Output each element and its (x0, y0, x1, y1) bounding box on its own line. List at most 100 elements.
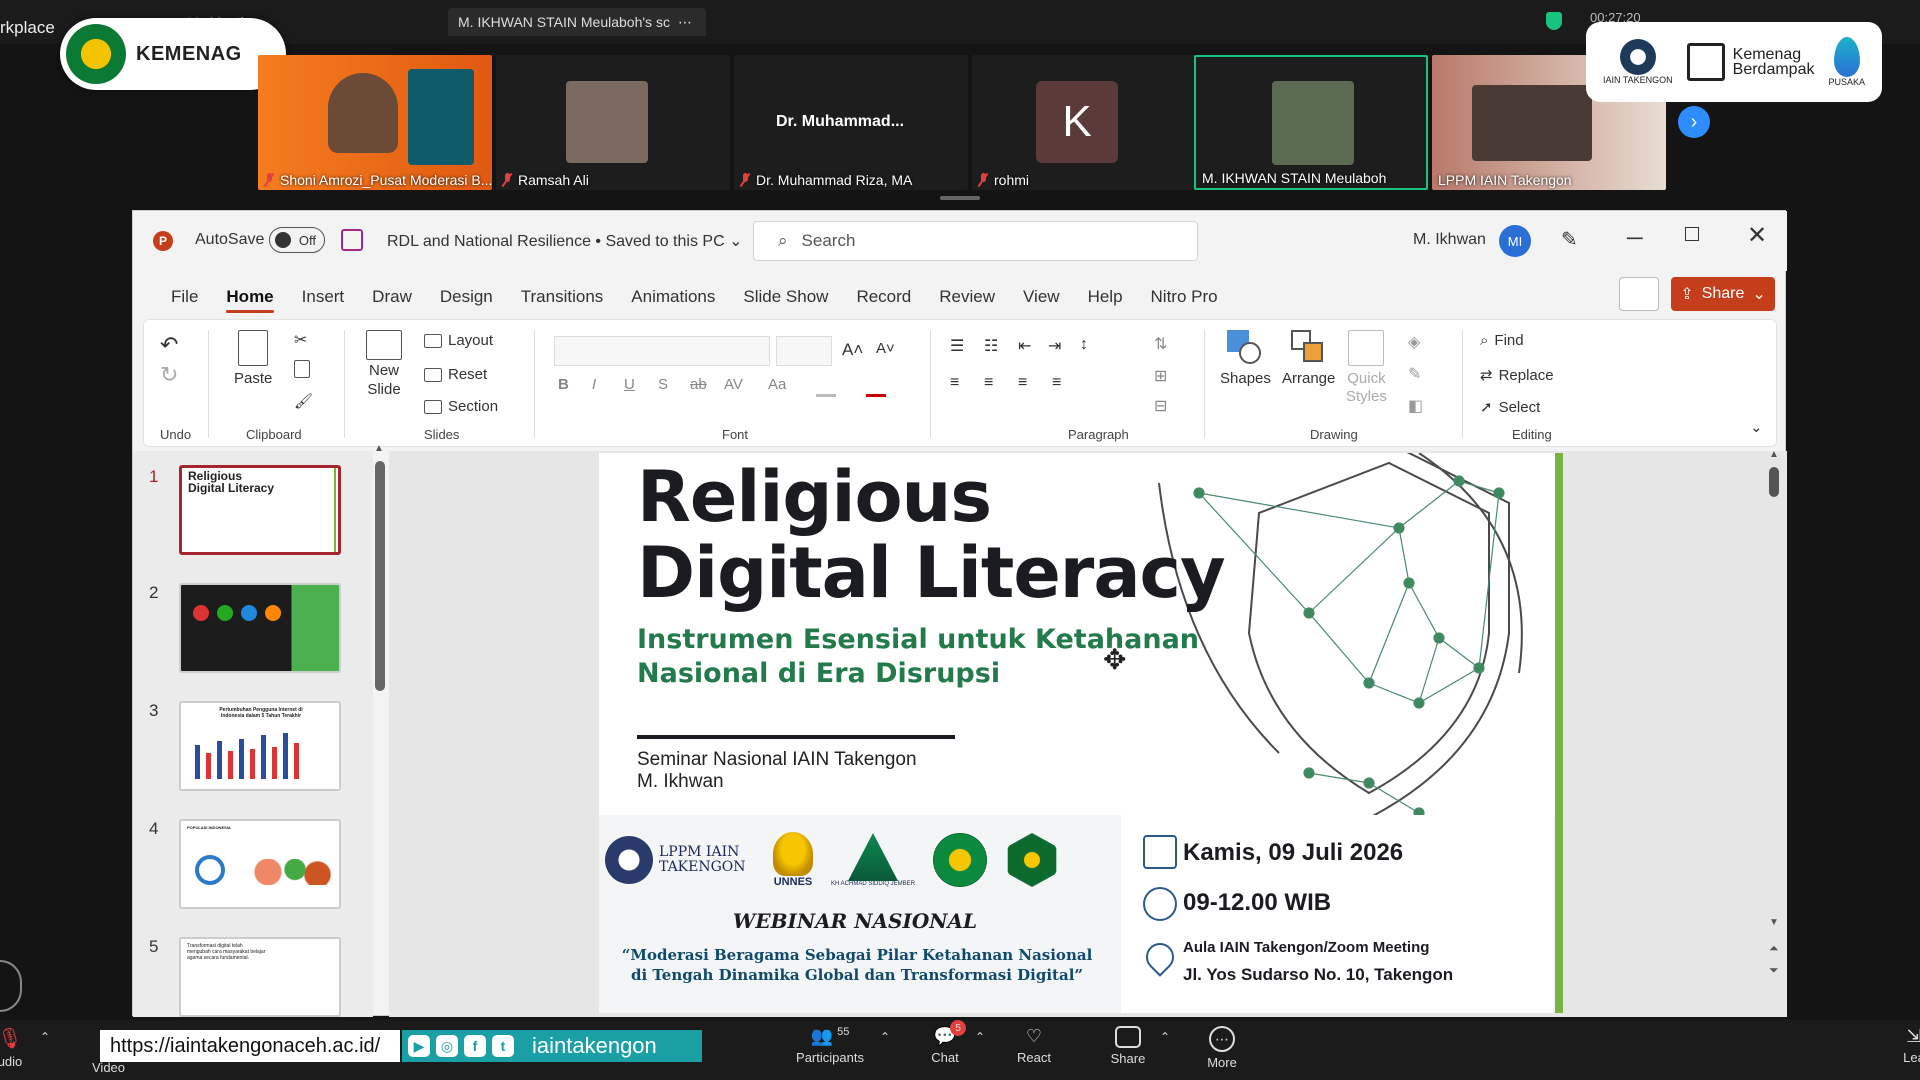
thumbnail-scrollbar[interactable] (375, 461, 385, 691)
chevron-up-icon[interactable]: ⌃ (40, 1030, 50, 1044)
previous-slide-icon[interactable]: ⏶ (1769, 941, 1779, 956)
chat-button[interactable]: 💬 5 Chat (905, 1020, 985, 1065)
tab-review[interactable]: Review (925, 279, 1009, 315)
copy-icon[interactable] (294, 360, 310, 378)
collapse-ribbon-icon[interactable]: ⌄ (1750, 418, 1763, 436)
tab-transitions[interactable]: Transitions (507, 279, 618, 315)
italic-button[interactable]: I (592, 376, 596, 393)
cut-icon[interactable]: ✂ (294, 330, 307, 350)
user-avatar[interactable]: MI (1499, 225, 1531, 257)
restore-icon[interactable] (1685, 227, 1699, 241)
tab-insert[interactable]: Insert (288, 279, 359, 315)
layout-button[interactable]: Layout (424, 332, 493, 349)
arrange-button[interactable]: Arrange (1282, 330, 1335, 387)
gallery-drag-handle[interactable] (940, 196, 980, 200)
tab-home[interactable]: Home (212, 279, 287, 315)
highlight-color-icon[interactable] (816, 394, 836, 397)
share-screen-button[interactable]: Share (1088, 1026, 1168, 1066)
slide-thumbnail-2[interactable] (179, 583, 341, 673)
justify-icon[interactable]: ≡ (1052, 374, 1061, 392)
shape-fill-icon[interactable]: ◈ (1408, 332, 1420, 352)
chevron-up-icon[interactable]: ⌃ (975, 1030, 985, 1044)
align-text-icon[interactable]: ⊞ (1154, 366, 1167, 386)
change-case-button[interactable]: Aa (768, 376, 786, 393)
minimize-icon[interactable]: ─ (1627, 225, 1643, 251)
slide-scrollbar[interactable] (1769, 467, 1779, 497)
tab-design[interactable]: Design (426, 279, 507, 315)
more-button[interactable]: ⋯ More (1182, 1026, 1262, 1070)
floating-side-button[interactable] (0, 960, 22, 1012)
participant-tile[interactable]: Dr. Muhammad... Dr. Muhammad Riza, MA (734, 55, 968, 190)
increase-indent-icon[interactable]: ⇥ (1048, 336, 1061, 356)
increase-font-icon[interactable]: A˄ (842, 340, 863, 360)
font-size-input[interactable] (776, 336, 832, 366)
tab-slide-show[interactable]: Slide Show (729, 279, 842, 315)
font-name-input[interactable] (554, 336, 770, 366)
chevron-up-icon[interactable]: ⌃ (880, 1030, 890, 1044)
shapes-button[interactable]: Shapes (1220, 330, 1271, 387)
tab-draw[interactable]: Draw (358, 279, 426, 315)
autosave-toggle[interactable]: Off (269, 227, 325, 253)
slide-1[interactable]: Religious Digital Literacy Instrumen Ese… (599, 453, 1563, 1013)
share-button[interactable]: ⇪ Share ⌄ (1671, 277, 1775, 311)
char-spacing-button[interactable]: AV (724, 376, 743, 393)
slide-thumbnail-4[interactable]: POPULASI INDONESIA (179, 819, 341, 909)
slide-thumbnail-5[interactable]: Transformasi digital telah mengubah cara… (179, 937, 341, 1017)
more-icon[interactable]: ⋯ (678, 14, 692, 31)
tab-view[interactable]: View (1009, 279, 1074, 315)
participant-tile-active-speaker[interactable]: M. IKHWAN STAIN Meulaboh (1194, 55, 1428, 190)
shield-icon[interactable] (1546, 12, 1562, 30)
search-box[interactable]: ⌕ Search (753, 221, 1198, 261)
paste-button[interactable]: Paste (234, 330, 272, 387)
new-slide-button[interactable]: New Slide (366, 330, 402, 398)
text-direction-icon[interactable]: ⇅ (1154, 334, 1167, 354)
numbering-icon[interactable]: ☷ (984, 336, 998, 356)
slide-thumbnail-1[interactable]: Religious Digital Literacy (179, 465, 341, 555)
redo-icon[interactable]: ↻ (160, 362, 178, 388)
align-left-icon[interactable]: ≡ (950, 374, 959, 392)
participant-tile[interactable]: Ramsah Ali (496, 55, 730, 190)
reset-button[interactable]: Reset (424, 366, 487, 383)
scroll-up-icon[interactable]: ▲ (1769, 449, 1779, 460)
shadow-button[interactable]: S (658, 376, 668, 393)
document-title[interactable]: RDL and National Resilience • Saved to t… (387, 231, 742, 251)
participant-tile[interactable]: Shoni Amrozi_Pusat Moderasi B... (258, 55, 492, 190)
align-right-icon[interactable]: ≡ (1018, 374, 1027, 392)
video-label[interactable]: Video (92, 1060, 125, 1075)
active-share-tab[interactable]: M. IKHWAN STAIN Meulaboh's sc ⋯ (448, 8, 706, 36)
scroll-down-icon[interactable]: ▼ (1769, 917, 1779, 928)
smartart-icon[interactable]: ⊟ (1154, 396, 1167, 416)
find-button[interactable]: ⌕ Find (1480, 332, 1524, 349)
shape-outline-icon[interactable]: ✎ (1408, 364, 1421, 384)
pen-icon[interactable]: ✎ (1561, 227, 1578, 252)
bullets-icon[interactable]: ☰ (950, 336, 964, 356)
align-center-icon[interactable]: ≡ (984, 374, 993, 392)
strikethrough-button[interactable]: ab (690, 376, 707, 393)
participant-tile[interactable]: K rohmi (972, 55, 1206, 190)
tab-help[interactable]: Help (1074, 279, 1137, 315)
leave-button[interactable]: ⇲ Lea (1874, 1026, 1920, 1065)
line-spacing-icon[interactable]: ↕ (1080, 336, 1088, 354)
replace-button[interactable]: ⇄ Replace (1480, 366, 1554, 385)
decrease-font-icon[interactable]: A˅ (876, 340, 895, 357)
save-icon[interactable] (341, 229, 363, 251)
slide-thumbnail-3[interactable]: Pertumbuhan Pengguna Internet di Indones… (179, 701, 341, 791)
comments-button[interactable] (1619, 277, 1659, 311)
scroll-up-icon[interactable]: ▲ (374, 443, 384, 454)
underline-button[interactable]: U (624, 376, 635, 393)
participants-button[interactable]: 👥 55 Participants (790, 1026, 870, 1065)
react-button[interactable]: ♡ React (994, 1026, 1074, 1065)
select-button[interactable]: ➚ Select (1480, 398, 1540, 417)
tab-nitro-pro[interactable]: Nitro Pro (1137, 279, 1232, 315)
section-button[interactable]: Section (424, 398, 498, 415)
gallery-next-icon[interactable]: › (1678, 106, 1710, 138)
bold-button[interactable]: B (558, 376, 569, 393)
tab-animations[interactable]: Animations (617, 279, 729, 315)
tab-file[interactable]: File (157, 279, 212, 315)
format-painter-icon[interactable]: 🖌 (294, 392, 313, 410)
shape-effects-icon[interactable]: ◧ (1408, 396, 1423, 416)
font-color-icon[interactable] (866, 394, 886, 397)
quick-styles-button[interactable]: Quick Styles (1346, 330, 1387, 406)
decrease-indent-icon[interactable]: ⇤ (1018, 336, 1031, 356)
undo-icon[interactable]: ↶ (160, 332, 178, 358)
